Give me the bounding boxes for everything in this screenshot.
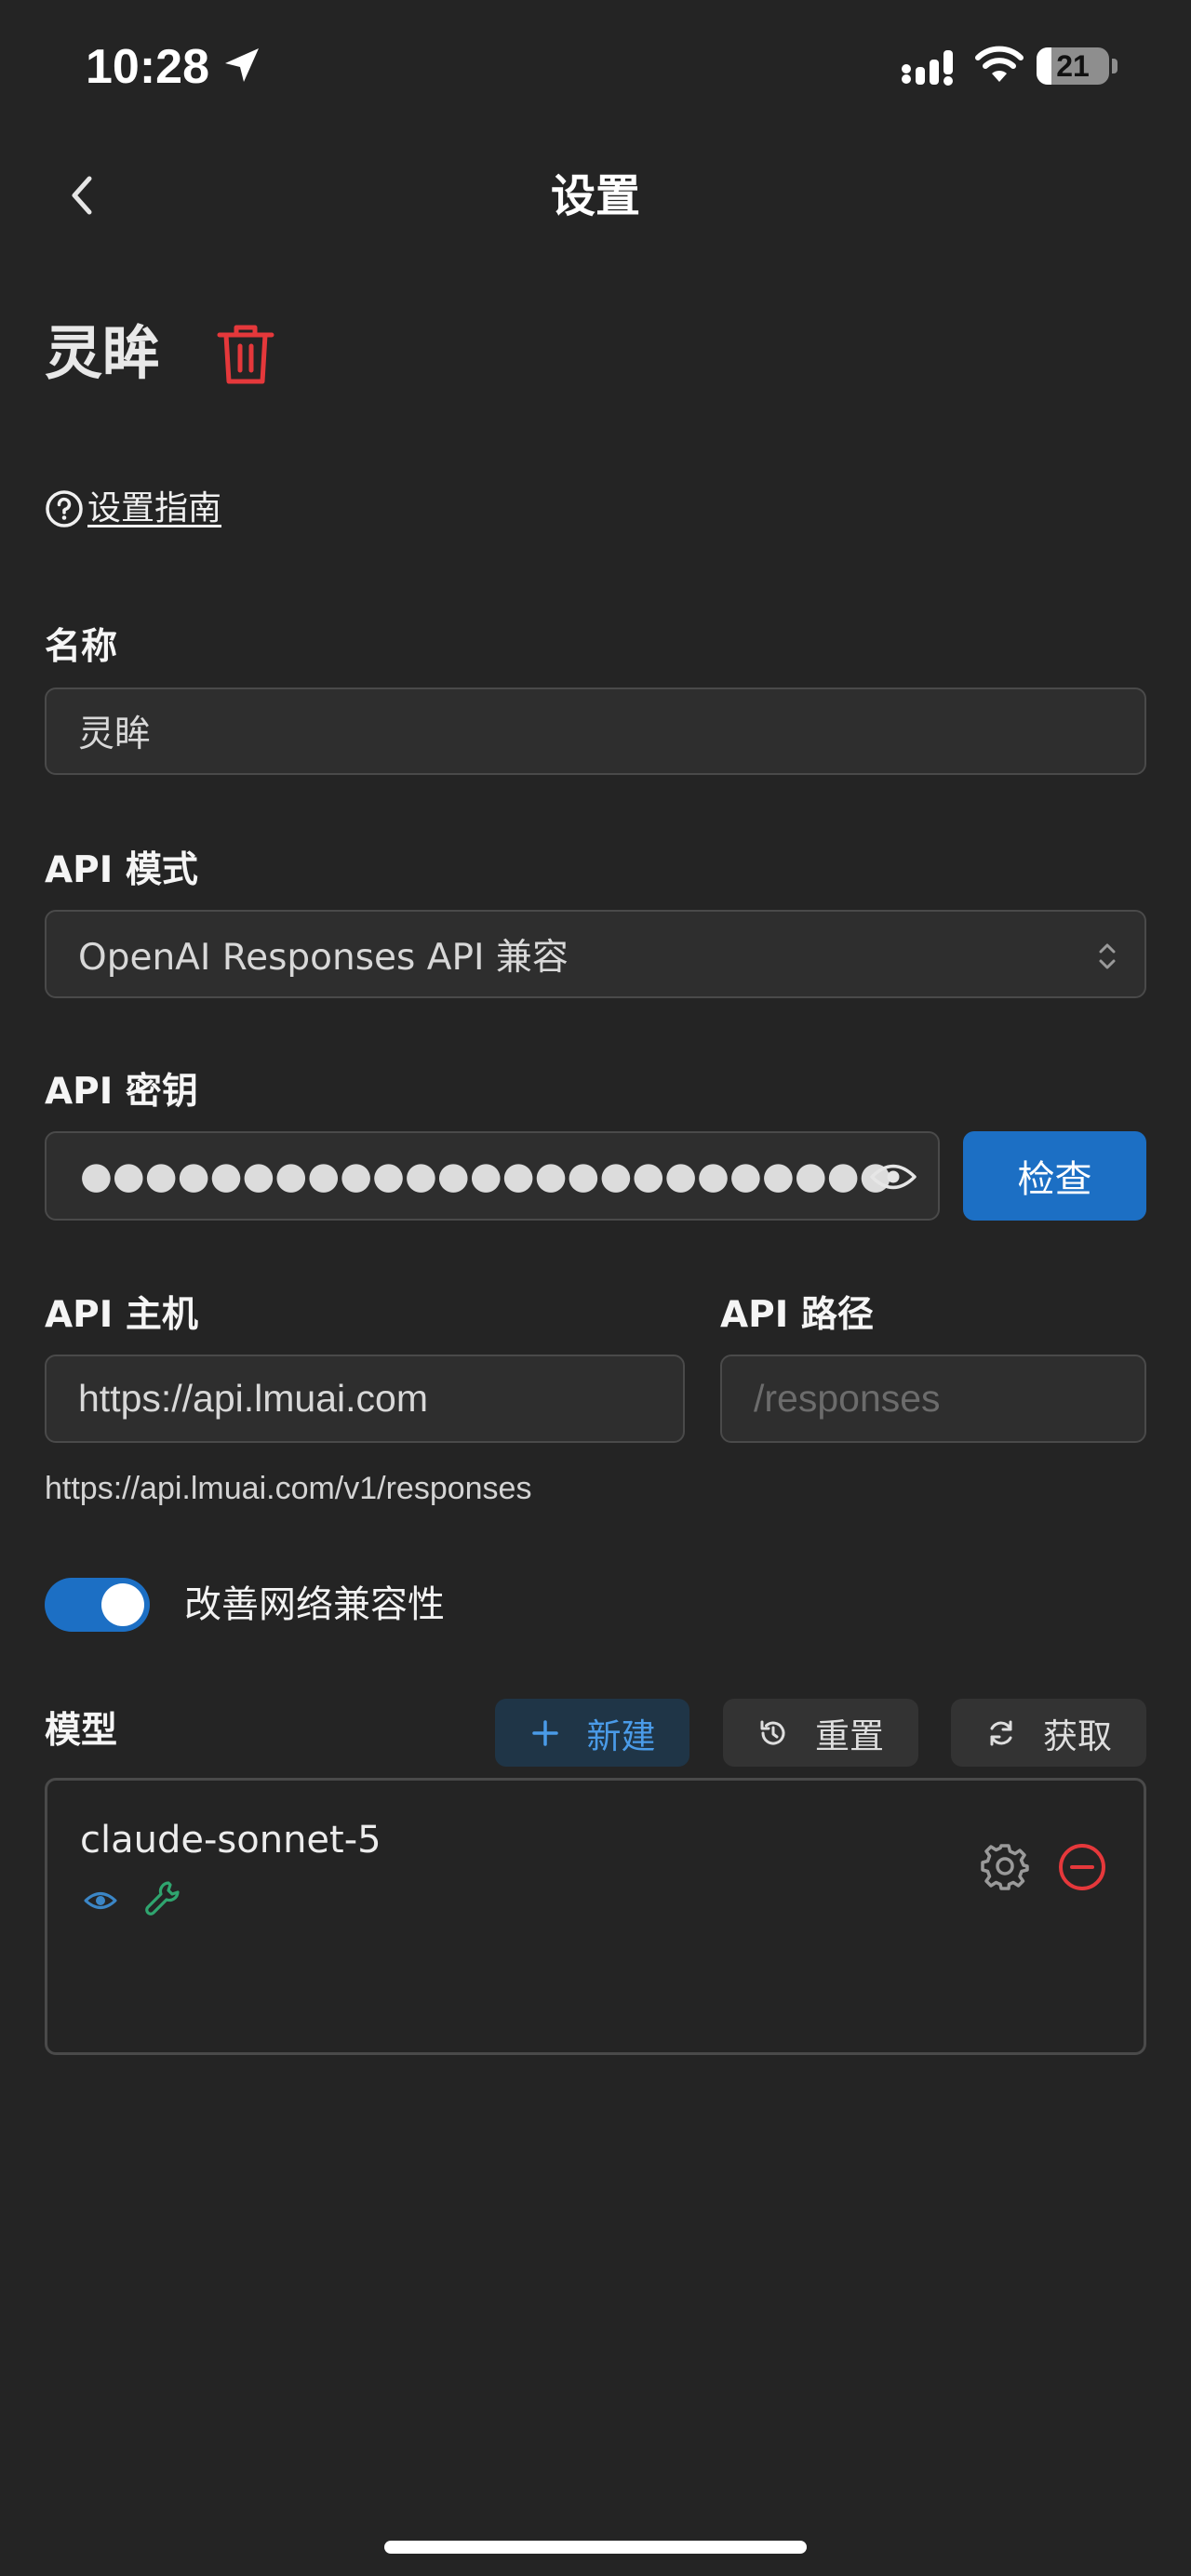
check-button[interactable]: 检查 (963, 1131, 1146, 1221)
api-mode-value: OpenAI Responses API 兼容 (78, 936, 569, 979)
question-circle-icon (46, 490, 83, 527)
plus-icon (531, 1719, 558, 1746)
battery-indicator: 21 (1037, 47, 1109, 85)
status-time: 10:28 (86, 40, 209, 94)
api-mode-label: API 模式 (45, 849, 198, 891)
api-path-placeholder: /responses (754, 1377, 941, 1420)
name-input-value: 灵眸 (78, 714, 152, 755)
fetch-models-label: 获取 (1043, 1715, 1112, 1756)
api-key-value: ●●●●●●●●●●●●●●●●●●●●●●●●●●●●●●●●●● (80, 1155, 890, 1197)
api-key-label: API 密钥 (45, 1071, 198, 1113)
setup-guide-link[interactable]: 设置指南 (45, 486, 221, 532)
new-model-label: 新建 (586, 1715, 656, 1756)
eye-icon[interactable] (869, 1161, 917, 1193)
api-url-preview: https://api.lmuai.com/v1/responses (45, 1471, 532, 1506)
home-indicator (384, 2541, 807, 2554)
api-host-input[interactable]: https://api.lmuai.com (45, 1355, 685, 1443)
reset-models-button[interactable]: 重置 (723, 1699, 918, 1767)
models-label: 模型 (45, 1710, 118, 1752)
setup-guide-text: 设置指南 (87, 489, 222, 527)
api-host-value: https://api.lmuai.com (78, 1377, 428, 1420)
api-key-input[interactable]: ●●●●●●●●●●●●●●●●●●●●●●●●●●●●●●●●●● (45, 1131, 940, 1221)
history-icon (760, 1720, 785, 1745)
provider-name: 灵眸 (45, 319, 161, 387)
wrench-icon (145, 1881, 180, 1915)
name-label: 名称 (45, 626, 118, 668)
model-name: claude-sonnet-5 (80, 1819, 381, 1862)
gear-icon[interactable] (981, 1842, 1029, 1890)
fetch-models-button[interactable]: 获取 (951, 1699, 1146, 1767)
location-arrow-icon (225, 48, 259, 82)
network-compat-label: 改善网络兼容性 (184, 1583, 445, 1626)
battery-level: 21 (1056, 49, 1090, 83)
api-host-label: API 主机 (45, 1294, 198, 1336)
toggle-knob (101, 1583, 144, 1626)
battery-tip (1112, 59, 1117, 73)
page-title: 设置 (550, 170, 640, 222)
api-path-input[interactable]: /responses (720, 1355, 1146, 1443)
name-input[interactable]: 灵眸 (45, 687, 1146, 775)
vision-eye-icon (84, 1892, 117, 1909)
reset-models-label: 重置 (815, 1715, 884, 1756)
cellular-signal-icon (902, 50, 953, 86)
refresh-icon (990, 1720, 1012, 1745)
chevron-up-down-icon (1099, 943, 1116, 969)
api-mode-select[interactable]: OpenAI Responses API 兼容 (45, 910, 1146, 998)
remove-model-icon[interactable] (1057, 1842, 1107, 1892)
wifi-icon (975, 46, 1024, 82)
network-compat-toggle[interactable] (45, 1578, 150, 1632)
trash-icon[interactable] (216, 324, 275, 387)
api-path-label: API 路径 (720, 1294, 874, 1336)
new-model-button[interactable]: 新建 (495, 1699, 689, 1767)
